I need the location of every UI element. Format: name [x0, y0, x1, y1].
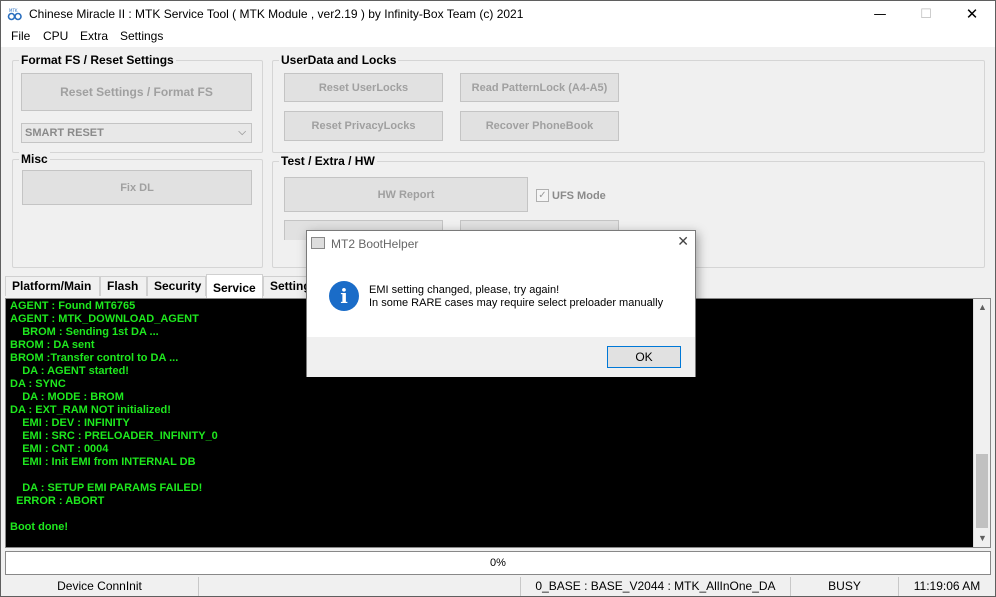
log-scrollbar[interactable]: ▲ ▼ — [973, 299, 990, 547]
status-state: BUSY — [791, 577, 899, 596]
window-title: Chinese Miracle II : MTK Service Tool ( … — [29, 7, 524, 21]
reset-privacylocks-button[interactable]: Reset PrivacyLocks — [284, 111, 443, 141]
log-line: DA : MODE : BROM — [10, 391, 124, 403]
title-bar: MTK Chinese Miracle II : MTK Service Too… — [1, 1, 995, 27]
misc-group-title: Misc — [19, 152, 50, 166]
dialog-message-line2: In some RARE cases may require select pr… — [369, 297, 664, 309]
boothelper-dialog: MT2 BootHelper ✕ i EMI setting changed, … — [306, 230, 696, 377]
log-line: Boot done! — [10, 521, 69, 533]
recover-phonebook-button[interactable]: Recover PhoneBook — [460, 111, 619, 141]
dialog-close-button[interactable]: ✕ — [677, 234, 689, 250]
status-bar: Device ConnInit 0_BASE : BASE_V2044 : MT… — [1, 577, 995, 596]
minimize-button[interactable]: — — [857, 1, 903, 27]
tab-flash[interactable]: Flash — [100, 276, 147, 296]
fix-dl-button[interactable]: Fix DL — [22, 170, 252, 205]
menu-file[interactable]: File — [11, 29, 30, 43]
maximize-button[interactable]: ☐ — [903, 1, 949, 27]
dialog-title: MT2 BootHelper — [331, 237, 419, 251]
test-group-title: Test / Extra / HW — [279, 154, 377, 168]
userdata-group-title: UserData and Locks — [279, 53, 399, 67]
menu-bar: File CPU Extra Settings — [1, 27, 995, 47]
menu-cpu[interactable]: CPU — [43, 29, 68, 43]
log-line: EMI : SRC : PRELOADER_INFINITY_0 — [10, 430, 218, 442]
hw-report-button[interactable]: HW Report — [284, 177, 528, 212]
ufs-mode-checkbox[interactable]: ✓ — [536, 189, 549, 202]
reset-mode-value: SMART RESET — [25, 127, 104, 139]
log-line: DA : EXT_RAM NOT initialized! — [10, 404, 171, 416]
tab-service[interactable]: Service — [206, 274, 263, 298]
status-empty — [199, 577, 521, 596]
log-line: DA : SYNC — [10, 378, 66, 390]
reset-userlocks-button[interactable]: Reset UserLocks — [284, 73, 443, 102]
close-button[interactable]: ✕ — [949, 1, 995, 27]
progress-label: 0% — [490, 557, 506, 569]
ok-button[interactable]: OK — [607, 346, 681, 368]
read-patternlock-button[interactable]: Read PatternLock (A4-A5) — [460, 73, 619, 102]
menu-settings[interactable]: Settings — [120, 29, 163, 43]
userdata-locks-group: UserData and Locks Reset UserLocks Read … — [272, 53, 985, 153]
reset-mode-select[interactable]: SMART RESET ⌵ — [21, 123, 252, 143]
tab-security[interactable]: Security — [147, 276, 206, 296]
log-line: EMI : DEV : INFINITY — [10, 417, 130, 429]
svg-text:MTK: MTK — [9, 8, 18, 13]
format-fs-group-title: Format FS / Reset Settings — [19, 53, 176, 67]
infinity-logo-icon: MTK — [7, 8, 22, 21]
ufs-mode-label: UFS Mode — [552, 190, 606, 202]
status-time: 11:19:06 AM — [913, 579, 981, 593]
log-line: DA : SETUP EMI PARAMS FAILED! — [10, 482, 203, 494]
log-line: EMI : CNT : 0004 — [10, 443, 109, 455]
window-icon — [311, 237, 325, 249]
status-base: 0_BASE : BASE_V2044 : MTK_AllInOne_DA — [521, 577, 791, 596]
chevron-down-icon: ⌵ — [238, 127, 246, 138]
dialog-footer: OK — [307, 337, 695, 377]
tab-platform-main[interactable]: Platform/Main — [5, 276, 100, 296]
info-icon: i — [329, 281, 359, 311]
dialog-title-bar: MT2 BootHelper ✕ — [307, 231, 695, 257]
scroll-up-arrow-icon[interactable]: ▲ — [974, 299, 990, 316]
progress-bar: 0% — [5, 551, 991, 575]
reset-settings-button[interactable]: Reset Settings / Format FS — [21, 73, 252, 111]
log-line: ERROR : ABORT — [10, 495, 105, 507]
misc-group: Misc Fix DL — [12, 152, 263, 268]
scroll-down-arrow-icon[interactable]: ▼ — [974, 530, 990, 547]
scroll-thumb[interactable] — [976, 454, 988, 528]
log-line: EMI : Init EMI from INTERNAL DB — [10, 456, 196, 468]
format-fs-group: Format FS / Reset Settings Reset Setting… — [12, 53, 263, 153]
dialog-message-line1: EMI setting changed, please, try again! — [369, 284, 560, 296]
menu-extra[interactable]: Extra — [80, 29, 108, 43]
status-connection: Device ConnInit — [1, 577, 199, 596]
